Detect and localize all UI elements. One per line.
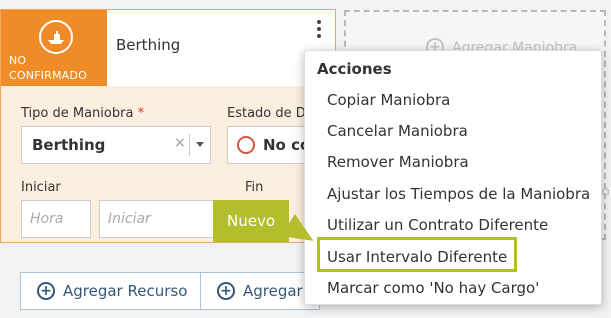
clear-icon[interactable]: × xyxy=(174,135,186,151)
status-label: NO CONFIRMADO xyxy=(9,54,87,82)
state-radio[interactable] xyxy=(237,136,255,154)
menu-item-remove[interactable]: Remover Maniobra xyxy=(327,150,469,174)
menu-item-copy[interactable]: Copiar Maniobra xyxy=(327,88,450,112)
start-date-input[interactable]: Iniciar xyxy=(99,200,219,238)
select-divider xyxy=(189,134,190,156)
menu-item-different-contract[interactable]: Utilizar un Contrato Diferente xyxy=(327,213,548,237)
actions-menu: Acciones Copiar Maniobra Cancelar Maniob… xyxy=(304,50,602,305)
add-resource-label: Agregar Recurso xyxy=(63,282,188,300)
card-title: Berthing xyxy=(116,36,181,54)
chevron-down-icon[interactable] xyxy=(196,142,204,147)
status-badge: NO CONFIRMADO xyxy=(1,10,107,86)
menu-item-no-charge[interactable]: Marcar como 'No hay Cargo' xyxy=(327,276,539,300)
state-label: Estado de De xyxy=(227,106,314,121)
card-header: NO CONFIRMADO Berthing xyxy=(1,10,335,86)
plus-circle-icon: + xyxy=(37,282,55,300)
ship-icon xyxy=(39,20,73,54)
add-resource-button[interactable]: + Agregar Recurso xyxy=(20,272,202,310)
maneuver-type-label-text: Tipo de Maniobra xyxy=(21,106,134,121)
required-mark: * xyxy=(137,106,145,121)
add-other-label: Agregar xyxy=(243,282,303,300)
menu-heading: Acciones xyxy=(317,60,392,78)
menu-item-cancel[interactable]: Cancelar Maniobra xyxy=(327,119,468,143)
menu-item-adjust-times[interactable]: Ajustar los Tiempos de la Maniobra xyxy=(327,182,590,206)
maneuver-type-label: Tipo de Maniobra * xyxy=(21,106,144,121)
start-hour-input[interactable]: Hora xyxy=(21,200,91,238)
new-callout: Nuevo xyxy=(213,200,289,242)
end-label: Fin xyxy=(245,180,264,195)
maneuver-type-select[interactable]: Berthing × xyxy=(21,126,211,164)
start-label: Iniciar xyxy=(21,180,61,195)
maneuver-type-value: Berthing xyxy=(32,136,106,154)
add-other-button[interactable]: + Agregar xyxy=(200,272,320,310)
plus-circle-icon: + xyxy=(217,282,235,300)
highlight-box xyxy=(317,237,517,272)
